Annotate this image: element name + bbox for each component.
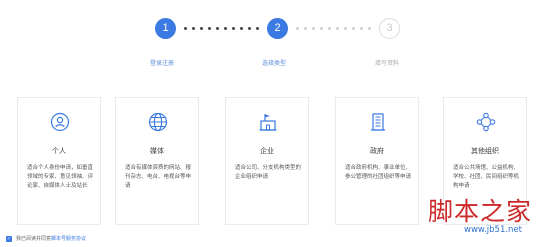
watermark: 脚本之家 www.jb51.net: [428, 192, 550, 247]
network-icon: [476, 112, 496, 132]
registration-stepper: 1 2 3 登录注册 选择类型 填写资料: [0, 0, 550, 75]
card-title: 企业: [260, 148, 274, 155]
card-media[interactable]: 媒体 适合有媒体资质的网站、报刊杂志、电台、电视台等申请: [115, 97, 199, 225]
card-description: 适合公司、分支机构类型的企业组织申请: [235, 165, 302, 180]
step-3-circle: 3: [379, 18, 400, 39]
card-title: 个人: [52, 148, 66, 155]
step-connector-1: [184, 27, 264, 30]
office-building-icon: [371, 113, 385, 131]
step-1-circle: 1: [155, 18, 176, 39]
card-government[interactable]: 政府 适合政府机构、事业单位、参公管理的社团组织等申请: [335, 97, 419, 225]
card-description: 适合政府机构、事业单位、参公管理的社团组织等申请: [345, 165, 412, 180]
building-flag-icon: [259, 114, 277, 131]
card-description: 适合个人身份申请，如垂直领域的专家、意见领袖、评论家、自媒体人士及站长: [27, 165, 94, 189]
card-personal[interactable]: 个人 适合个人身份申请，如垂直领域的专家、意见领袖、评论家、自媒体人士及站长: [17, 97, 101, 225]
watermark-url: www.jb51.net: [464, 225, 523, 235]
step-1-label: 登录注册: [150, 61, 175, 67]
person-icon: [50, 112, 70, 132]
agreement-text: 我已阅读并同意脚本号服务协议: [16, 236, 86, 243]
agreement-prefix: 我已阅读并同意: [16, 236, 52, 242]
card-title: 政府: [370, 148, 384, 155]
step-3-label: 填写资料: [375, 61, 400, 67]
card-enterprise[interactable]: 企业 适合公司、分支机构类型的企业组织申请: [225, 97, 309, 225]
step-connector-2: [296, 27, 376, 30]
step-2-circle: 2: [267, 18, 288, 39]
step-2-label: 选择类型: [262, 61, 287, 67]
service-agreement-link[interactable]: 脚本号服务协议: [51, 236, 86, 242]
card-title: 媒体: [150, 148, 164, 155]
card-title: 其他组织: [471, 148, 499, 155]
card-description: 适合公共场馆、公益机构、学校、社团、民间组织等机构申请: [453, 165, 520, 189]
agreement-checkbox[interactable]: ✓: [6, 236, 12, 242]
card-description: 适合有媒体资质的网站、报刊杂志、电台、电视台等申请: [125, 165, 192, 189]
watermark-logo: 脚本之家: [428, 197, 533, 226]
globe-icon: [148, 112, 168, 132]
